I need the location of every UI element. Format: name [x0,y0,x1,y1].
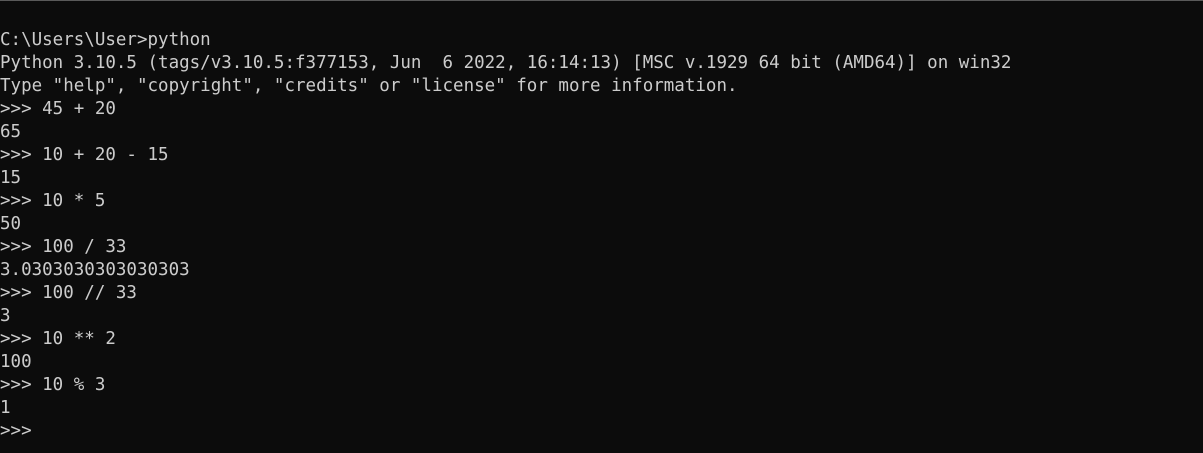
repl-input-line: >>> 10 * 5 [0,191,106,211]
repl-output-line: 15 [0,168,22,188]
python-help-banner: Type "help", "copyright", "credits" or "… [0,76,738,96]
repl-prompt: >>> [0,421,32,441]
repl-input-line: >>> 10 ** 2 [0,329,116,349]
repl-output-line: 3 [0,306,11,326]
repl-output-line: 50 [0,214,22,234]
repl-active-prompt[interactable]: >>> [0,420,1203,443]
repl-input-line: >>> 100 / 33 [0,237,127,257]
python-version-banner: Python 3.10.5 (tags/v3.10.5:f377153, Jun… [0,53,1012,73]
repl-output-line: 100 [0,352,32,372]
repl-output-line: 1 [0,398,11,418]
console-window[interactable]: C:\Users\User>python Python 3.10.5 (tags… [0,0,1203,453]
repl-input-line: >>> 100 // 33 [0,283,137,303]
repl-input-line: >>> 45 + 20 [0,99,116,119]
repl-output-line: 65 [0,122,22,142]
repl-input-line: >>> 10 % 3 [0,375,106,395]
repl-output-line: 3.0303030303030303 [0,260,190,280]
command-line: C:\Users\User>python [0,30,211,50]
repl-input-line: >>> 10 + 20 - 15 [0,145,169,165]
